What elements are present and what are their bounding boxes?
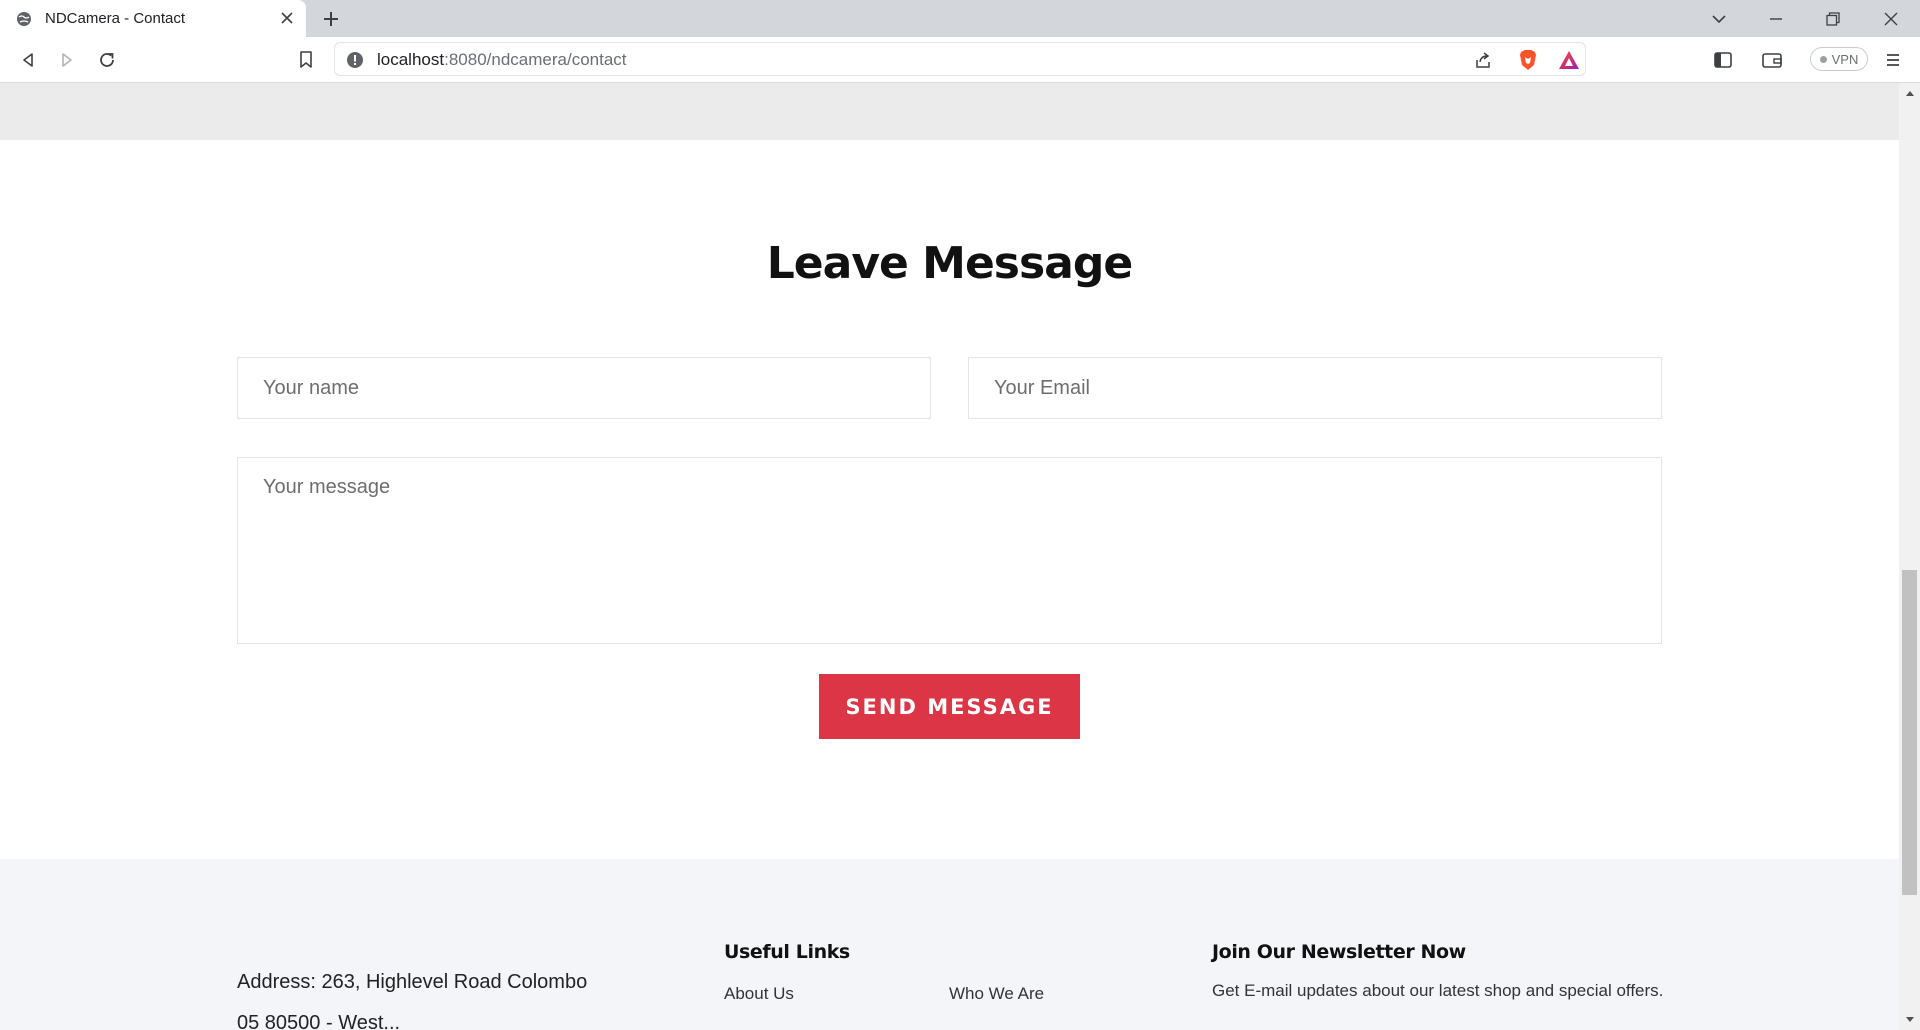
message-textarea[interactable]	[237, 457, 1662, 644]
vpn-label: VPN	[1831, 51, 1859, 67]
useful-links-title: Useful Links	[724, 941, 850, 963]
page-viewport: Leave Message SEND MESSAGE Address: 263,…	[0, 83, 1899, 1030]
forward-icon[interactable]	[54, 47, 80, 73]
new-tab-button[interactable]	[320, 8, 342, 30]
scroll-up-arrow-icon[interactable]	[1899, 83, 1920, 103]
newsletter-title: Join Our Newsletter Now	[1212, 941, 1466, 963]
email-input[interactable]	[968, 357, 1662, 419]
globe-icon	[16, 11, 32, 27]
url-host: localhost	[377, 50, 445, 69]
url-text[interactable]: localhost:8080/ndcamera/contact	[377, 50, 627, 70]
reload-icon[interactable]	[94, 47, 120, 73]
brave-shields-icon[interactable]	[1516, 48, 1540, 72]
scroll-down-arrow-icon[interactable]	[1899, 1010, 1920, 1030]
url-path: :8080/ndcamera/contact	[444, 50, 627, 69]
share-icon[interactable]	[1471, 48, 1495, 72]
footer-link-about-us[interactable]: About Us	[724, 984, 794, 1004]
menu-icon[interactable]	[1880, 47, 1906, 73]
scrollbar-thumb[interactable]	[1902, 570, 1917, 895]
browser-toolbar: localhost:8080/ndcamera/contact VPN	[0, 37, 1920, 83]
bookmark-icon[interactable]	[293, 47, 319, 73]
footer-address-line2: 05 80500 - West...	[237, 1012, 401, 1030]
newsletter-text: Get E-mail updates about our latest shop…	[1212, 981, 1664, 1000]
active-tab[interactable]: NDCamera - Contact	[0, 0, 306, 37]
tab-title: NDCamera - Contact	[45, 10, 186, 27]
close-window-icon[interactable]	[1878, 6, 1904, 32]
vertical-scrollbar[interactable]	[1899, 83, 1920, 1030]
tab-search-chevron-icon[interactable]	[1706, 6, 1732, 32]
minimize-icon[interactable]	[1763, 6, 1789, 32]
footer: Address: 263, Highlevel Road Colombo 05 …	[0, 859, 1899, 1030]
name-input[interactable]	[237, 357, 931, 419]
page-title: Leave Message	[766, 238, 1133, 289]
site-info-icon[interactable]	[343, 48, 367, 72]
vpn-button[interactable]: VPN	[1810, 47, 1868, 71]
vpn-status-dot	[1819, 55, 1827, 63]
address-bar[interactable]: localhost:8080/ndcamera/contact	[334, 42, 1586, 76]
restore-icon[interactable]	[1820, 6, 1846, 32]
page-header-band	[0, 83, 1899, 140]
footer-address: Address: 263, Highlevel Road Colombo	[237, 971, 588, 993]
back-icon[interactable]	[15, 47, 41, 73]
close-tab-icon[interactable]	[278, 9, 296, 27]
wallet-icon[interactable]	[1759, 47, 1785, 73]
sidebar-toggle-icon[interactable]	[1710, 47, 1736, 73]
tab-strip: NDCamera - Contact	[0, 0, 1920, 37]
footer-link-who-we-are[interactable]: Who We Are	[949, 984, 1044, 1004]
send-message-button[interactable]: SEND MESSAGE	[819, 674, 1080, 739]
brave-rewards-icon[interactable]	[1557, 48, 1581, 72]
